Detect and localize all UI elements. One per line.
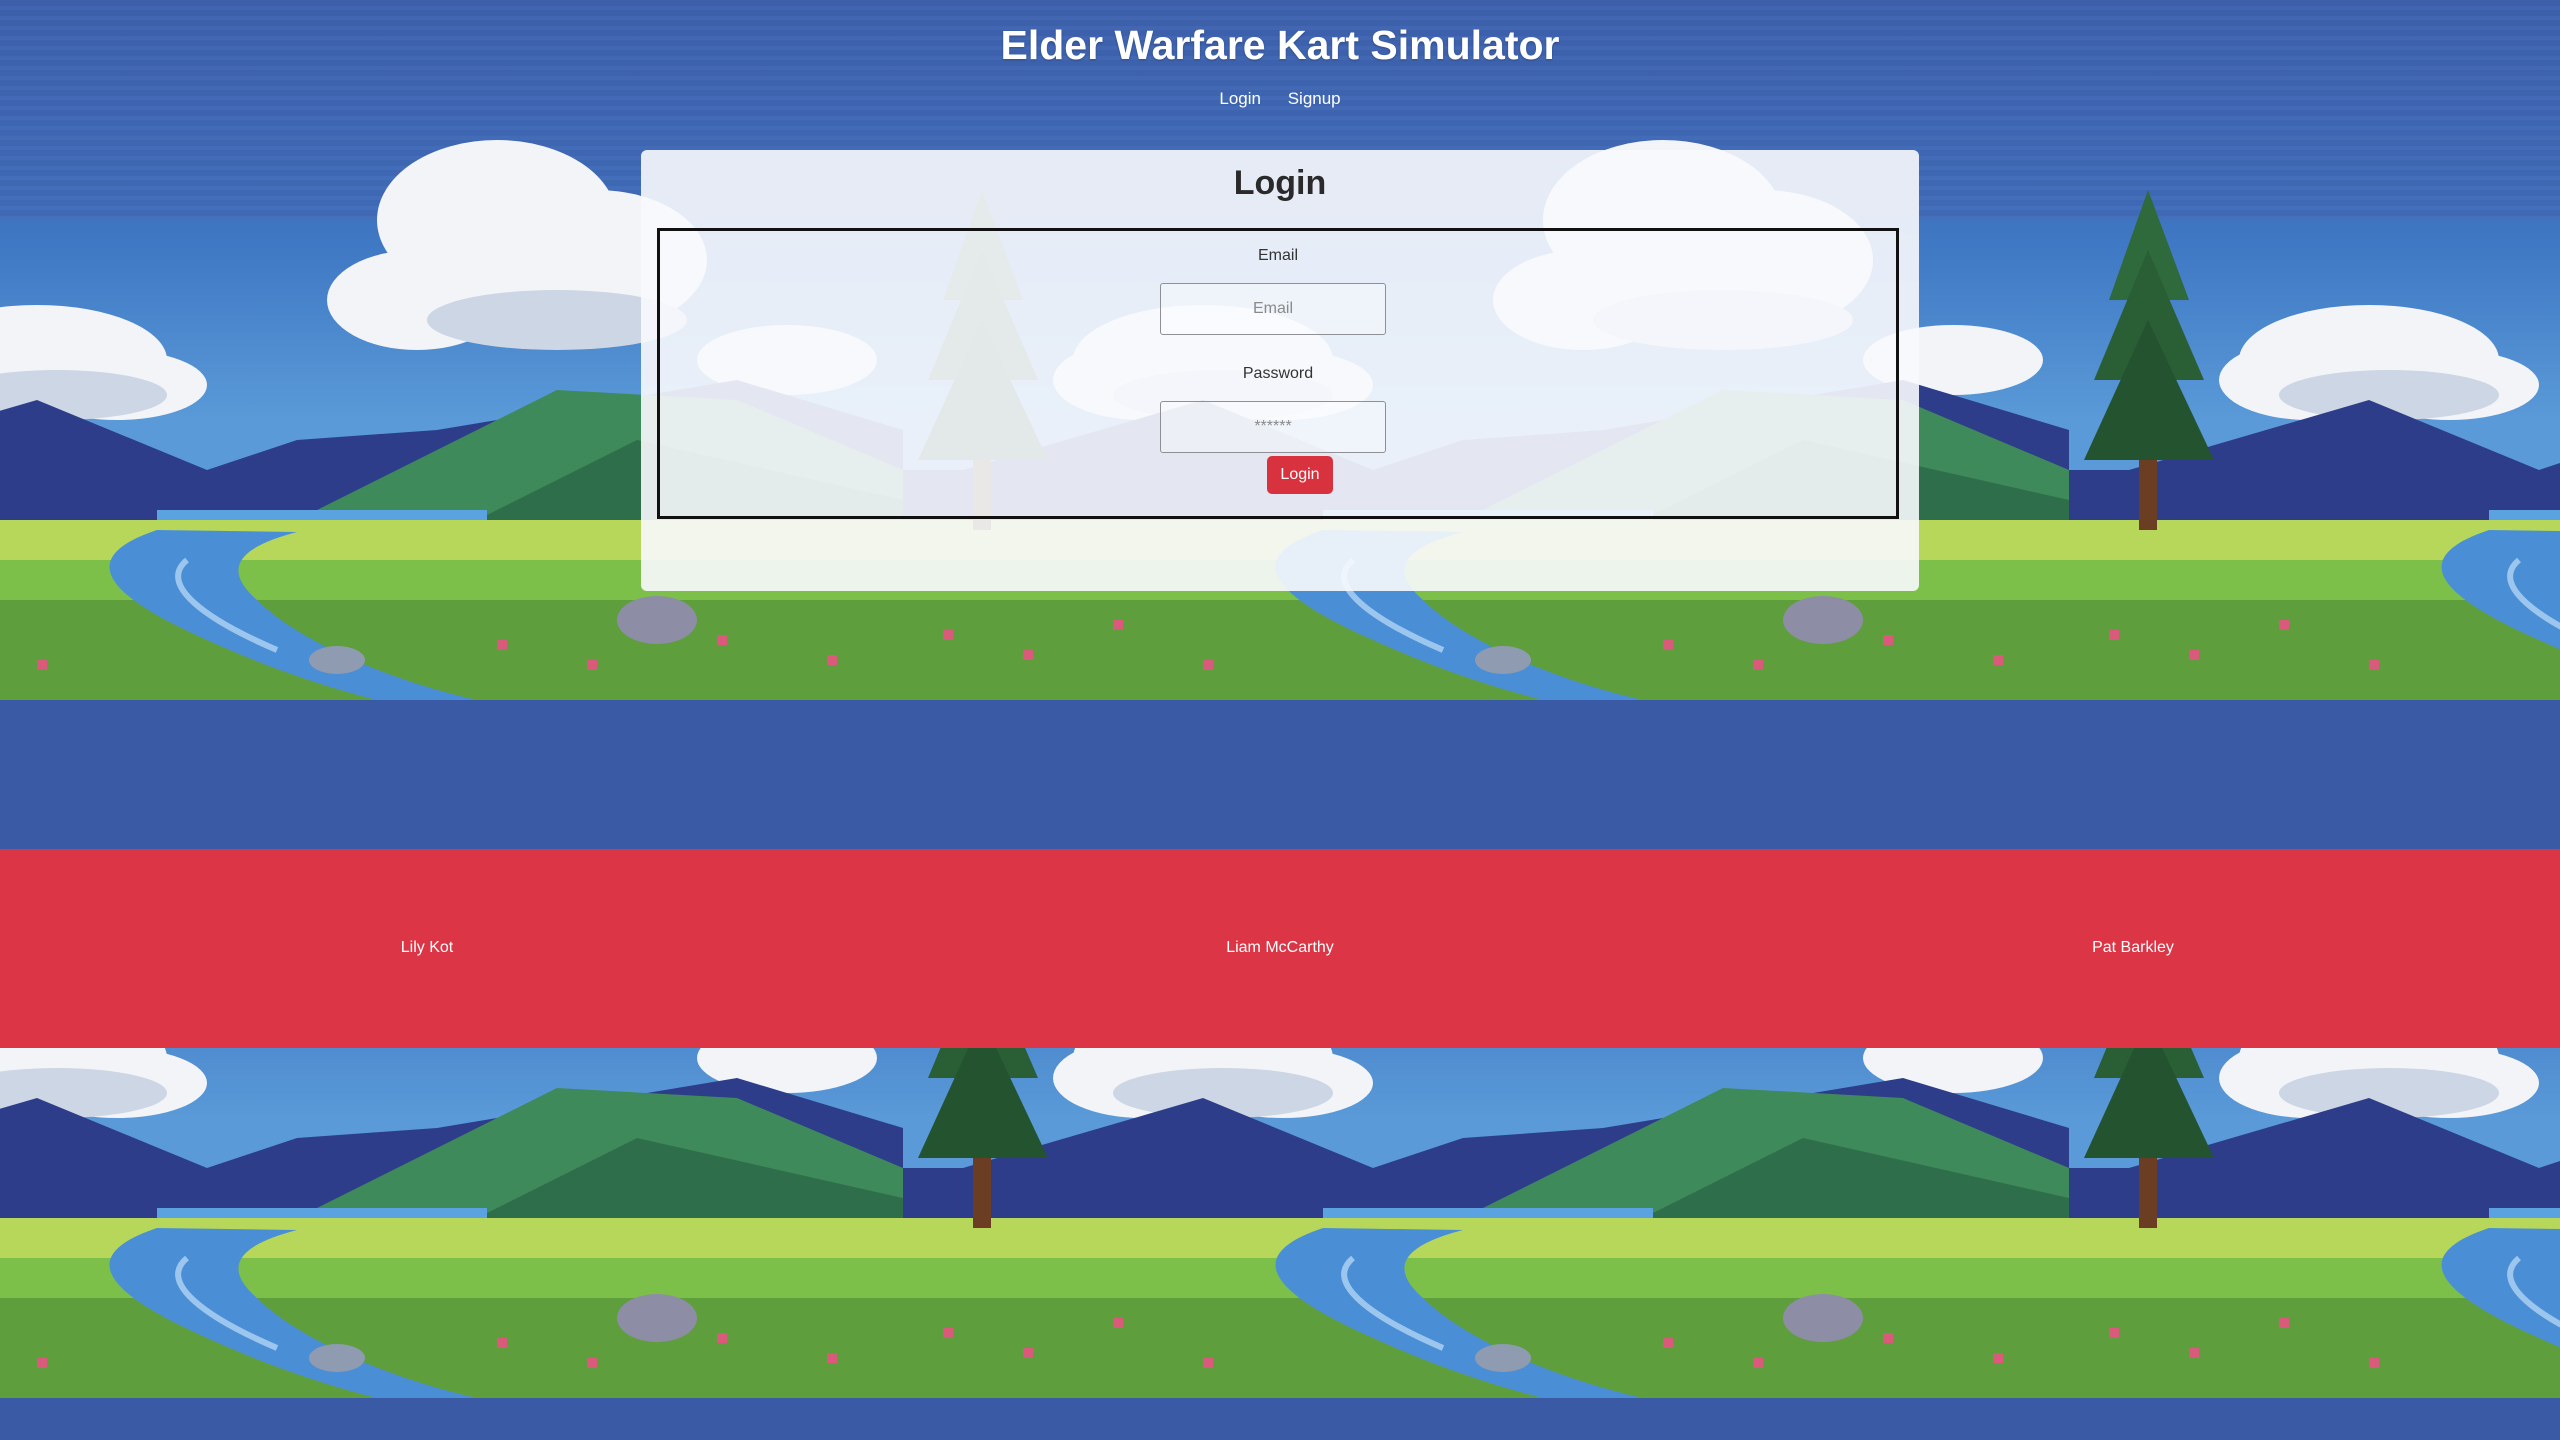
- background-tile: [0, 1048, 903, 1398]
- nav-signup-link[interactable]: Signup: [1288, 89, 1341, 108]
- password-label: Password: [1242, 365, 1314, 382]
- login-card: Login Email Password Login: [641, 150, 1919, 591]
- background-tile: [903, 1048, 2069, 1398]
- login-form: Email Password Login: [657, 228, 1899, 519]
- nav-login-link[interactable]: Login: [1219, 89, 1261, 108]
- footer-credits-bar: Lily Kot Liam McCarthy Pat Barkley: [0, 849, 2560, 1048]
- background-tile: [2069, 1048, 2560, 1398]
- credit-name: Pat Barkley: [2092, 939, 2174, 956]
- email-label: Email: [1257, 247, 1298, 264]
- credit-name: Liam McCarthy: [1226, 939, 1334, 956]
- credit-name: Lily Kot: [400, 939, 454, 956]
- password-input[interactable]: [1160, 401, 1386, 453]
- background-landscape-lower: [0, 1048, 2560, 1440]
- login-button[interactable]: Login: [1267, 456, 1333, 494]
- login-heading: Login: [1233, 164, 1327, 202]
- site-title: Elder Warfare Kart Simulator: [1000, 22, 1560, 68]
- top-nav: Login Signup: [0, 89, 2560, 109]
- email-input[interactable]: [1160, 283, 1386, 335]
